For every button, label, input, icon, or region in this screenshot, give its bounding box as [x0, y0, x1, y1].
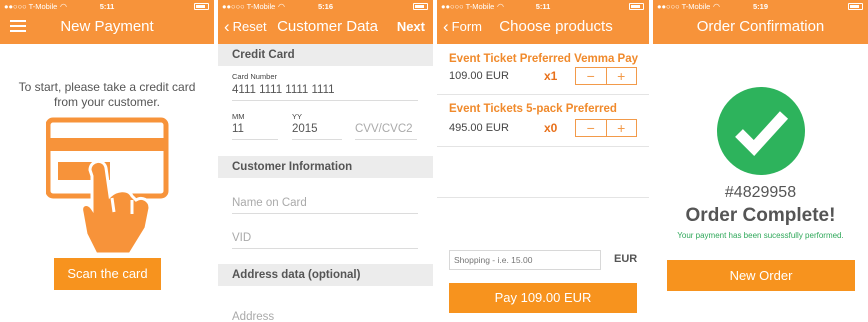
- new-order-button[interactable]: New Order: [667, 260, 855, 291]
- cvv-field[interactable]: CVV/CVC2: [355, 123, 413, 135]
- status-bar: ●●○○○ T-Mobile ◠ 5:11: [437, 2, 649, 13]
- order-number: #4829958: [724, 184, 797, 201]
- next-button[interactable]: Next: [397, 19, 425, 34]
- product-price: 109.00 EUR: [449, 70, 509, 82]
- battery-icon: [629, 3, 644, 10]
- divider: [355, 139, 417, 140]
- address-field[interactable]: Address: [232, 311, 274, 322]
- mm-label: MM: [232, 112, 245, 121]
- divider: [437, 94, 649, 95]
- clock: 5:11: [535, 2, 551, 11]
- status-bar: ●●○○○ T-Mobile ◠ 5:19: [653, 2, 868, 13]
- product-quantity: x0: [544, 121, 558, 135]
- product-name: Event Ticket Preferred Vemma Pay: [449, 53, 639, 65]
- currency-label: EUR: [614, 253, 638, 265]
- battery-icon: [194, 3, 209, 10]
- clock: 5:11: [99, 2, 115, 11]
- page-title: Choose products: [499, 18, 613, 35]
- year-field[interactable]: 2015: [292, 123, 318, 135]
- name-on-card-field[interactable]: Name on Card: [232, 197, 307, 209]
- success-check-icon: [717, 87, 805, 175]
- shopping-amount-input[interactable]: [449, 250, 601, 270]
- card-number-label: Card Number: [232, 72, 278, 81]
- screen-choose-products: ●●○○○ T-Mobile ◠ 5:11 ‹ Form Choose prod…: [437, 0, 649, 322]
- nav-bar: ●●○○○ T-Mobile ◠ 5:11 New Payment: [0, 0, 214, 44]
- page-title: Order Confirmation: [696, 18, 825, 35]
- divider: [232, 248, 418, 249]
- scan-card-button[interactable]: Scan the card: [54, 258, 161, 290]
- plus-button[interactable]: +: [605, 120, 637, 136]
- clock: 5:16: [317, 2, 333, 11]
- product-price: 495.00 EUR: [449, 122, 509, 134]
- status-bar: ●●○○○ T-Mobile ◠ 5:16: [218, 2, 433, 13]
- minus-button[interactable]: −: [576, 68, 606, 84]
- page-title: New Payment: [60, 18, 154, 35]
- nav-bar: ●●○○○ T-Mobile ◠ 5:16 ‹ Reset Customer D…: [218, 0, 433, 44]
- divider: [437, 197, 649, 198]
- clock: 5:19: [752, 2, 768, 11]
- divider: [292, 139, 342, 140]
- plus-button[interactable]: +: [605, 68, 637, 84]
- minus-button[interactable]: −: [576, 120, 606, 136]
- section-address-data: Address data (optional): [218, 264, 433, 286]
- battery-icon: [848, 3, 863, 10]
- divider: [232, 139, 278, 140]
- divider: [437, 146, 649, 147]
- quantity-stepper: − +: [575, 67, 637, 85]
- status-bar: ●●○○○ T-Mobile ◠ 5:11: [0, 2, 214, 13]
- card-number-field[interactable]: 4111 1111 1111 1111: [232, 84, 335, 96]
- product-quantity: x1: [544, 69, 558, 83]
- hand-credit-card-icon: [46, 117, 169, 256]
- nav-bar: ●●○○○ T-Mobile ◠ 5:19 Order Confirmation: [653, 0, 868, 44]
- month-field[interactable]: 11: [232, 123, 244, 135]
- section-credit-card: Credit Card: [218, 44, 433, 66]
- pay-button[interactable]: Pay 109.00 EUR: [449, 283, 637, 313]
- intro-text: To start, please take a credit card from…: [18, 80, 196, 109]
- yy-label: YY: [292, 112, 303, 121]
- product-name: Event Tickets 5-pack Preferred: [449, 103, 617, 115]
- vid-field[interactable]: VID: [232, 232, 251, 244]
- success-message: Your payment has been sucessfully perfor…: [677, 231, 844, 240]
- divider: [232, 100, 418, 101]
- order-complete-heading: Order Complete!: [685, 205, 836, 226]
- nav-bar: ●●○○○ T-Mobile ◠ 5:11 ‹ Form Choose prod…: [437, 0, 649, 44]
- divider: [232, 213, 418, 214]
- section-customer-information: Customer Information: [218, 156, 433, 178]
- screen-customer-data: ●●○○○ T-Mobile ◠ 5:16 ‹ Reset Customer D…: [218, 0, 433, 322]
- screen-new-payment: ●●○○○ T-Mobile ◠ 5:11 New Payment To sta…: [0, 0, 214, 322]
- screen-order-confirmation: ●●○○○ T-Mobile ◠ 5:19 Order Confirmation…: [653, 0, 868, 322]
- quantity-stepper: − +: [575, 119, 637, 137]
- battery-icon: [413, 3, 428, 10]
